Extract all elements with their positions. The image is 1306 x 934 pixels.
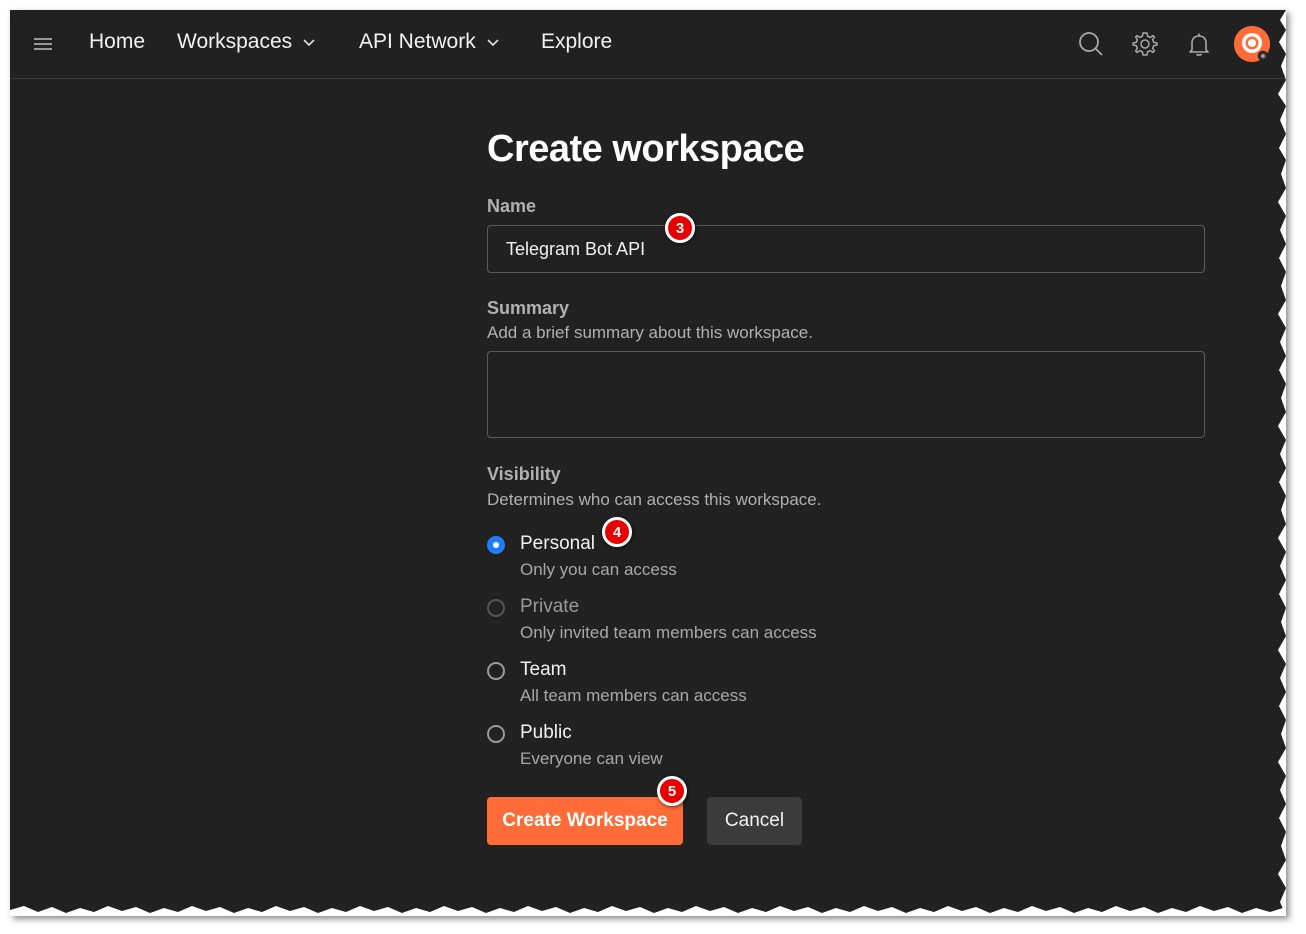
nav-workspaces-label: Workspaces [177,30,293,53]
step-callout-5: 5 [657,776,687,806]
personal-radio[interactable] [487,536,505,554]
nav-home[interactable]: Home [89,30,145,54]
chevron-down-icon [303,39,315,47]
torn-edge-right [1278,10,1286,916]
create-workspace-button[interactable]: Create Workspace [487,797,683,845]
nav-home-label: Home [89,30,146,53]
search-icon[interactable] [1077,30,1105,58]
name-input[interactable] [487,225,1205,273]
personal-label[interactable]: Personal [520,533,595,555]
nav-explore-label: Explore [541,30,613,53]
team-description: All team members can access [520,686,747,705]
team-label[interactable]: Team [520,659,566,681]
team-radio[interactable] [487,662,505,680]
page-title: Create workspace [487,128,805,170]
step-callout-4: 4 [602,517,632,547]
summary-label: Summary [487,298,570,318]
top-navigation-bar: Home Workspaces API Network Explore [10,10,1286,79]
bell-icon[interactable] [1185,30,1213,58]
name-label: Name [487,196,537,216]
menu-icon[interactable] [34,38,52,50]
avatar[interactable] [1234,26,1270,62]
visibility-label: Visibility [487,464,561,484]
summary-textarea[interactable] [487,351,1205,438]
public-label[interactable]: Public [520,722,572,744]
cancel-button[interactable]: Cancel [707,797,802,845]
step-callout-3: 3 [665,213,695,243]
astronaut-avatar-icon [1234,26,1270,62]
nav-workspaces[interactable]: Workspaces [177,30,316,54]
public-radio[interactable] [487,725,505,743]
nav-explore[interactable]: Explore [541,30,612,54]
summary-help-text: Add a brief summary about this workspace… [487,323,813,342]
chevron-down-icon [487,39,499,47]
public-description: Everyone can view [520,749,663,768]
torn-edge-bottom [10,906,1286,916]
personal-description: Only you can access [520,560,677,579]
gear-icon[interactable] [1131,30,1159,58]
private-description: Only invited team members can access [520,623,817,642]
private-radio[interactable] [487,599,505,617]
nav-api-network[interactable]: API Network [359,30,500,54]
app-window: Home Workspaces API Network Explore Crea… [10,10,1286,916]
visibility-help-text: Determines who can access this workspace… [487,490,822,509]
private-label[interactable]: Private [520,596,579,618]
nav-api-network-label: API Network [359,30,476,53]
